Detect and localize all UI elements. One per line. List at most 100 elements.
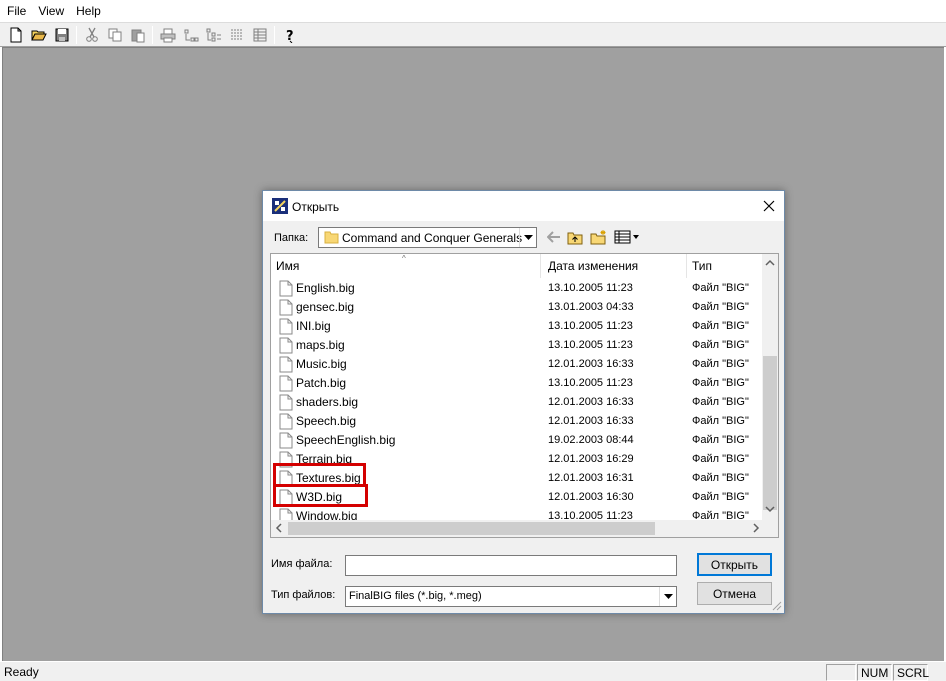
filetype-dropdown[interactable]: FinalBIG files (*.big, *.meg): [345, 586, 677, 607]
file-name: Terrain.big: [296, 452, 353, 466]
list-item[interactable]: shaders.big 12.01.2003 16:33 Файл "BIG": [271, 393, 764, 412]
file-date: 13.10.2005 11:23: [548, 377, 633, 389]
status-num: NUM: [857, 664, 892, 681]
open-button[interactable]: Открыть: [697, 553, 772, 576]
vertical-scrollbar[interactable]: [762, 254, 778, 520]
chevron-down-icon[interactable]: [519, 228, 536, 247]
list-item[interactable]: English.big 13.10.2005 11:23 Файл "BIG": [271, 279, 764, 298]
up-folder-icon[interactable]: [566, 228, 584, 246]
copy-icon[interactable]: [103, 24, 126, 45]
menu-view[interactable]: View: [32, 0, 70, 22]
cut-icon[interactable]: [80, 24, 103, 45]
file-icon: [279, 337, 293, 354]
folder-icon: [324, 231, 339, 244]
file-icon: [279, 489, 293, 506]
file-icon: [279, 470, 293, 487]
file-icon: [279, 451, 293, 468]
help-icon[interactable]: ?: [278, 24, 301, 45]
file-icon: [279, 432, 293, 449]
file-type: Файл "BIG": [692, 415, 749, 427]
status-text: Ready: [4, 665, 39, 679]
paste-icon[interactable]: [126, 24, 149, 45]
column-header-type[interactable]: Тип: [687, 254, 765, 278]
new-folder-icon[interactable]: [589, 228, 607, 246]
file-date: 12.01.2003 16:33: [548, 396, 634, 408]
chevron-down-icon[interactable]: [765, 505, 775, 516]
look-in-dropdown[interactable]: Command and Conquer Generals: [318, 227, 537, 248]
file-icon: [279, 413, 293, 430]
list-item[interactable]: INI.big 13.10.2005 11:23 Файл "BIG": [271, 317, 764, 336]
file-date: 12.01.2003 16:33: [548, 358, 634, 370]
chevron-right-icon[interactable]: [753, 523, 760, 536]
save-icon[interactable]: [50, 24, 73, 45]
menu-file[interactable]: File: [1, 0, 32, 22]
add-file-icon[interactable]: [179, 24, 202, 45]
list-view-icon[interactable]: [248, 24, 271, 45]
status-scrl: SCRL: [893, 664, 929, 681]
details-view-icon[interactable]: [225, 24, 248, 45]
file-type: Файл "BIG": [692, 396, 749, 408]
close-icon[interactable]: [754, 191, 784, 221]
file-name: Speech.big: [296, 414, 357, 428]
list-item[interactable]: maps.big 13.10.2005 11:23 Файл "BIG": [271, 336, 764, 355]
list-item[interactable]: SpeechEnglish.big 19.02.2003 08:44 Файл …: [271, 431, 764, 450]
dialog-titlebar[interactable]: Открыть: [263, 191, 784, 221]
menu-help[interactable]: Help: [70, 0, 107, 22]
list-item[interactable]: gensec.big 13.01.2003 04:33 Файл "BIG": [271, 298, 764, 317]
toolbar-separator: [274, 25, 275, 44]
file-name: maps.big: [296, 338, 345, 352]
file-type: Файл "BIG": [692, 491, 749, 503]
open-file-dialog: Открыть Папка: Command and Conquer Gener…: [262, 190, 785, 614]
new-file-icon[interactable]: [4, 24, 27, 45]
file-type: Файл "BIG": [692, 453, 749, 465]
file-type: Файл "BIG": [692, 472, 749, 484]
file-type: Файл "BIG": [692, 282, 749, 294]
file-type: Файл "BIG": [692, 320, 749, 332]
file-name: gensec.big: [296, 300, 355, 314]
list-item[interactable]: Patch.big 13.10.2005 11:23 Файл "BIG": [271, 374, 764, 393]
resize-grip-icon[interactable]: [772, 601, 782, 611]
cancel-button[interactable]: Отмена: [697, 582, 772, 605]
open-folder-icon[interactable]: [27, 24, 50, 45]
print-icon[interactable]: [156, 24, 179, 45]
list-item[interactable]: Terrain.big 12.01.2003 16:29 Файл "BIG": [271, 450, 764, 469]
list-item[interactable]: Speech.big 12.01.2003 16:33 Файл "BIG": [271, 412, 764, 431]
app-icon: [272, 198, 288, 214]
file-date: 19.02.2003 08:44: [548, 434, 634, 446]
file-type: Файл "BIG": [692, 377, 749, 389]
dialog-title: Открыть: [292, 200, 340, 214]
chevron-up-icon[interactable]: [765, 258, 775, 269]
file-date: 12.01.2003 16:29: [548, 453, 634, 465]
file-date: 13.10.2005 11:23: [548, 339, 633, 351]
filename-label: Имя файла:: [271, 558, 333, 570]
file-list[interactable]: Имя ^ Дата изменения Тип English.big 13.…: [270, 253, 779, 538]
toolbar-separator: [76, 25, 77, 44]
toolbar-separator: [152, 25, 153, 44]
file-name: W3D.big: [296, 490, 343, 504]
add-folder-icon[interactable]: [202, 24, 225, 45]
file-date: 12.01.2003 16:33: [548, 415, 634, 427]
list-item[interactable]: Music.big 12.01.2003 16:33 Файл "BIG": [271, 355, 764, 374]
list-item[interactable]: W3D.big 12.01.2003 16:30 Файл "BIG": [271, 488, 764, 507]
file-icon: [279, 394, 293, 411]
column-header-name[interactable]: Имя: [271, 254, 541, 278]
chevron-left-icon[interactable]: [275, 523, 282, 536]
list-item[interactable]: Textures.big 12.01.2003 16:31 Файл "BIG": [271, 469, 764, 488]
chevron-down-icon[interactable]: [659, 587, 676, 606]
column-header-date[interactable]: Дата изменения: [543, 254, 687, 278]
file-name: Textures.big: [296, 471, 361, 485]
horizontal-scroll-thumb[interactable]: [288, 522, 655, 535]
horizontal-scrollbar[interactable]: [271, 520, 764, 537]
filetype-label: Тип файлов:: [271, 589, 336, 601]
vertical-scroll-thumb[interactable]: [763, 356, 777, 510]
file-date: 12.01.2003 16:31: [548, 472, 634, 484]
back-arrow-icon[interactable]: [545, 228, 563, 246]
look-in-value: Command and Conquer Generals: [342, 231, 523, 245]
sort-ascending-icon: ^: [402, 254, 406, 263]
scroll-corner: [762, 518, 778, 537]
file-name: Music.big: [296, 357, 347, 371]
file-name: shaders.big: [296, 395, 359, 409]
status-panel-empty: [826, 664, 856, 681]
filename-input[interactable]: [345, 555, 677, 576]
view-menu-icon[interactable]: [612, 228, 642, 246]
